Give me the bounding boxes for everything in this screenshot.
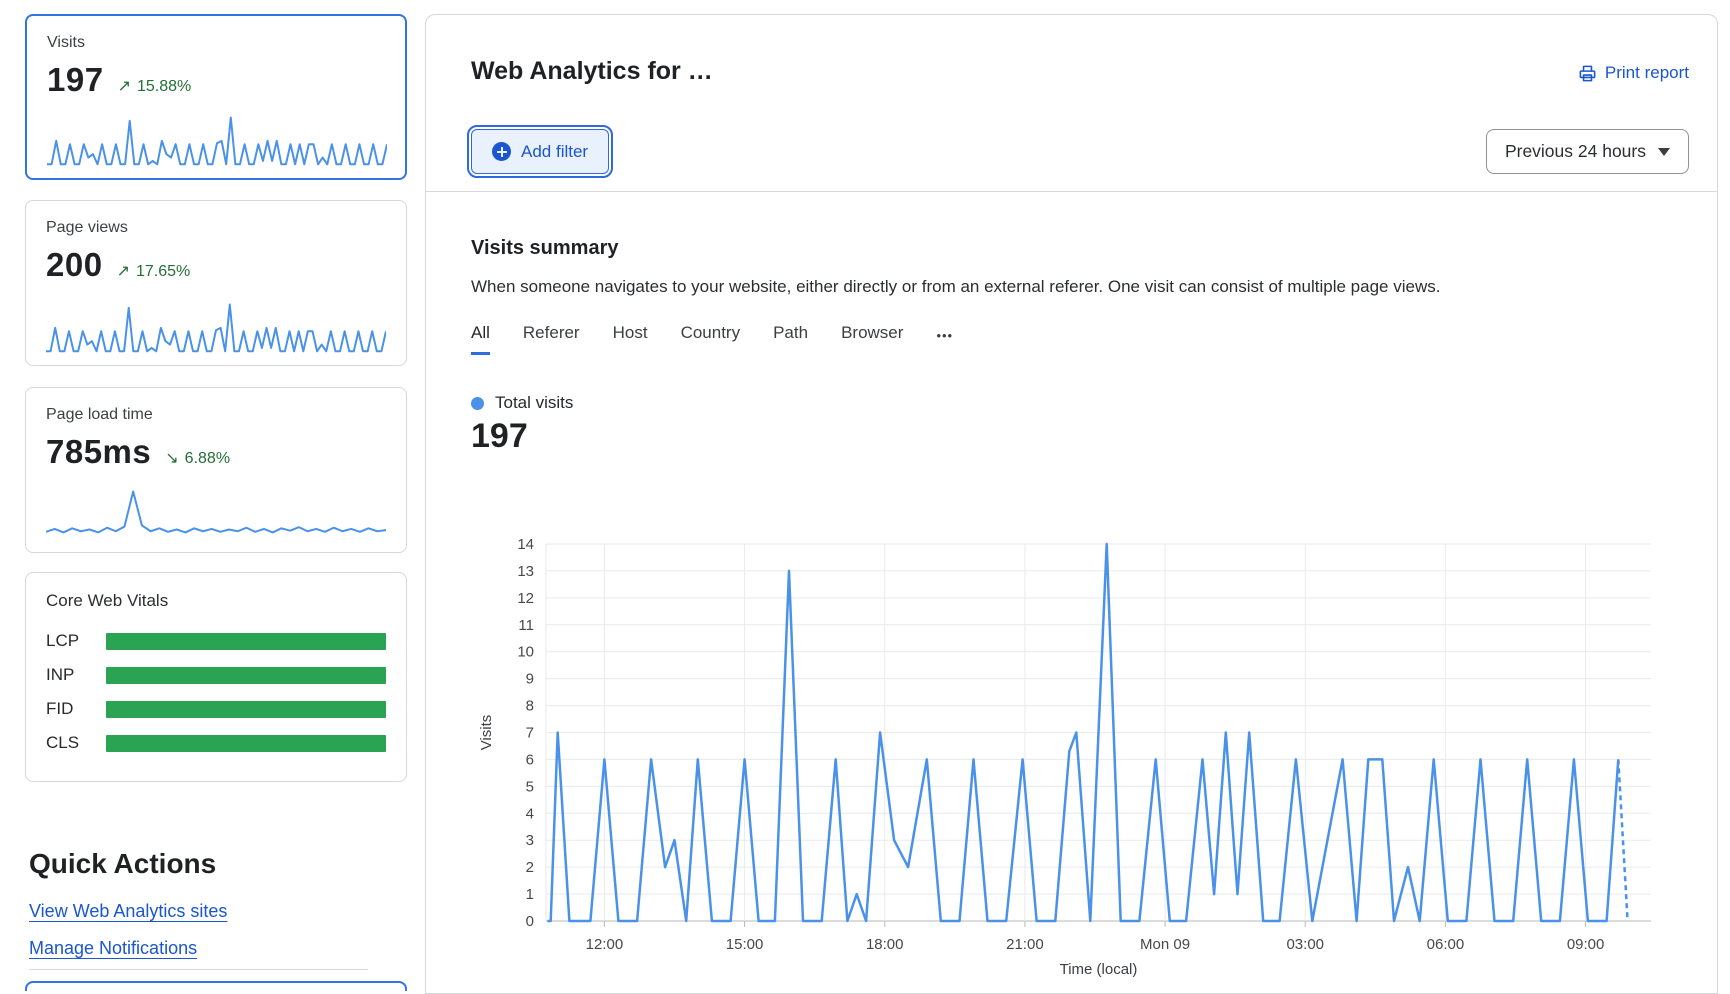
svg-text:9: 9 xyxy=(526,671,534,688)
core-web-vitals-title: Core Web Vitals xyxy=(46,591,386,611)
vital-label: INP xyxy=(46,665,106,685)
legend-dot-icon xyxy=(471,397,484,410)
stat-card-trend: ↗ 15.88% xyxy=(118,76,192,96)
trend-up-icon: ↗ xyxy=(118,76,131,96)
stat-card-value: 200 xyxy=(46,246,103,284)
time-range-dropdown[interactable]: Previous 24 hours xyxy=(1486,129,1689,174)
vital-row-inp: INP xyxy=(46,665,386,685)
vital-row-cls: CLS xyxy=(46,733,386,753)
summary-tabs: All Referer Host Country Path Browser ••… xyxy=(471,323,953,355)
stat-card-visits[interactable]: Visits 197 ↗ 15.88% xyxy=(25,14,407,180)
svg-text:10: 10 xyxy=(517,644,534,661)
tab-more-ellipsis-icon[interactable]: ••• xyxy=(936,328,953,355)
svg-text:09:00: 09:00 xyxy=(1567,936,1605,953)
trend-percent: 17.65% xyxy=(136,263,190,281)
vital-label: LCP xyxy=(46,631,106,651)
chevron-down-icon xyxy=(1658,148,1670,156)
page-views-sparkline xyxy=(46,301,386,353)
svg-text:18:00: 18:00 xyxy=(866,936,904,953)
main-panel: Web Analytics for … Print report Add fil… xyxy=(425,14,1718,994)
add-filter-button[interactable]: Add filter xyxy=(471,129,609,174)
svg-text:2: 2 xyxy=(526,859,534,876)
time-range-label: Previous 24 hours xyxy=(1505,141,1646,162)
svg-text:11: 11 xyxy=(518,617,534,634)
trend-down-icon: ↘ xyxy=(165,448,178,468)
stat-card-page-load-time[interactable]: Page load time 785ms ↘ 6.88% xyxy=(25,387,407,553)
stat-card-value-row: 197 ↗ 15.88% xyxy=(47,61,385,99)
vital-label: CLS xyxy=(46,733,106,753)
stat-card-page-views[interactable]: Page views 200 ↗ 17.65% xyxy=(25,200,407,366)
stat-card-value-row: 785ms ↘ 6.88% xyxy=(46,433,386,471)
tab-path[interactable]: Path xyxy=(773,323,808,355)
svg-text:12:00: 12:00 xyxy=(586,936,624,953)
page-load-time-sparkline xyxy=(46,488,386,540)
svg-text:Time (local): Time (local) xyxy=(1060,961,1138,978)
visits-sparkline xyxy=(47,114,387,166)
svg-text:8: 8 xyxy=(526,698,534,715)
svg-text:Mon 09: Mon 09 xyxy=(1140,936,1190,953)
legend-label: Total visits xyxy=(495,393,573,413)
stat-card-trend: ↗ 17.65% xyxy=(117,261,191,281)
plus-circle-icon xyxy=(492,142,511,161)
stat-card-trend: ↘ 6.88% xyxy=(165,448,230,468)
vital-bar-cls xyxy=(106,735,386,752)
stat-card-label: Page load time xyxy=(46,406,386,424)
svg-text:13: 13 xyxy=(517,563,534,580)
vital-label: FID xyxy=(46,699,106,719)
print-report-label: Print report xyxy=(1605,63,1689,83)
svg-text:12: 12 xyxy=(517,590,534,607)
trend-percent: 15.88% xyxy=(137,78,191,96)
tab-browser[interactable]: Browser xyxy=(841,323,903,355)
vital-bar-lcp xyxy=(106,633,386,650)
stat-card-label: Page views xyxy=(46,219,386,237)
partial-card-top-edge xyxy=(25,981,407,991)
chart-legend: Total visits xyxy=(471,393,573,413)
svg-text:06:00: 06:00 xyxy=(1427,936,1465,953)
visits-line-chart: 0123456789101112131412:0015:0018:0021:00… xyxy=(471,516,1711,981)
visits-summary-description: When someone navigates to your website, … xyxy=(471,277,1440,297)
printer-icon xyxy=(1578,64,1597,83)
stat-card-value: 197 xyxy=(47,61,104,99)
tab-host[interactable]: Host xyxy=(613,323,648,355)
vital-bar-fid xyxy=(106,701,386,718)
page-title: Web Analytics for … xyxy=(471,57,713,86)
trend-up-icon: ↗ xyxy=(117,261,130,281)
svg-text:Visits: Visits xyxy=(478,715,495,751)
visits-summary-title: Visits summary xyxy=(471,237,619,260)
svg-text:1: 1 xyxy=(526,886,534,903)
trend-percent: 6.88% xyxy=(185,450,230,468)
core-web-vitals-card: Core Web Vitals LCP INP FID CLS xyxy=(25,572,407,782)
stat-card-value: 785ms xyxy=(46,433,151,471)
tab-all[interactable]: All xyxy=(471,323,490,355)
stat-card-label: Visits xyxy=(47,34,385,52)
link-view-web-analytics-sites[interactable]: View Web Analytics sites xyxy=(29,901,227,922)
vital-row-lcp: LCP xyxy=(46,631,386,651)
svg-text:6: 6 xyxy=(526,751,534,768)
svg-text:4: 4 xyxy=(526,805,534,822)
stat-card-value-row: 200 ↗ 17.65% xyxy=(46,246,386,284)
vital-row-fid: FID xyxy=(46,699,386,719)
svg-text:14: 14 xyxy=(517,536,534,553)
print-report-button[interactable]: Print report xyxy=(1578,63,1689,83)
svg-text:0: 0 xyxy=(526,913,534,930)
svg-text:3: 3 xyxy=(526,832,534,849)
add-filter-label: Add filter xyxy=(521,142,588,162)
svg-text:5: 5 xyxy=(526,778,534,795)
tab-referer[interactable]: Referer xyxy=(523,323,580,355)
quick-actions-title: Quick Actions xyxy=(29,848,216,880)
svg-text:7: 7 xyxy=(526,725,534,742)
tab-country[interactable]: Country xyxy=(681,323,741,355)
divider xyxy=(29,969,368,970)
svg-text:15:00: 15:00 xyxy=(726,936,764,953)
svg-text:21:00: 21:00 xyxy=(1006,936,1044,953)
total-visits-value: 197 xyxy=(471,417,528,456)
divider xyxy=(426,191,1717,192)
link-manage-notifications[interactable]: Manage Notifications xyxy=(29,938,197,959)
svg-text:03:00: 03:00 xyxy=(1286,936,1324,953)
vital-bar-inp xyxy=(106,667,386,684)
